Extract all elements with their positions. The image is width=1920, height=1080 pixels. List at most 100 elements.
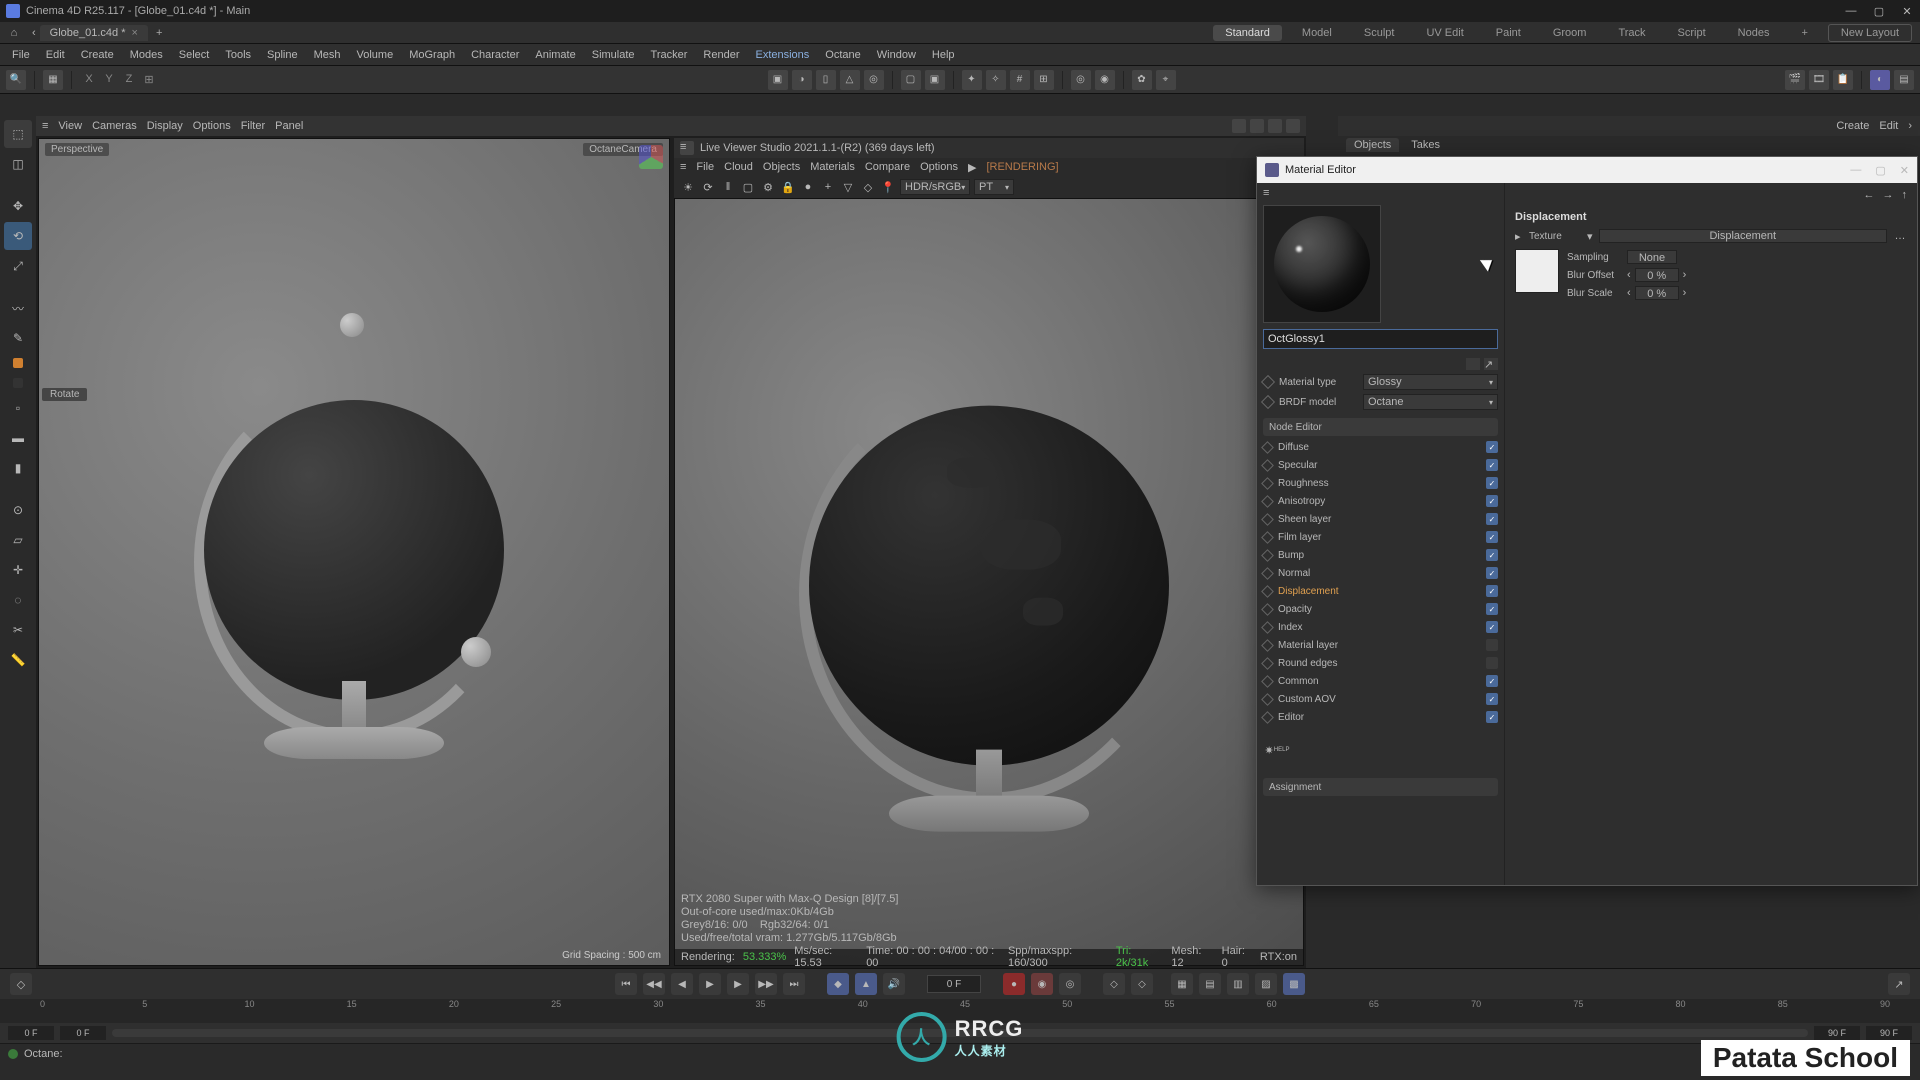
obj-edit[interactable]: Edit: [1879, 120, 1898, 132]
layout-script[interactable]: Script: [1666, 25, 1718, 41]
render-image-icon[interactable]: 🎬: [1785, 70, 1805, 90]
viewport-perspective[interactable]: Perspective OctaneCamera Grid Spacing : …: [38, 138, 670, 966]
swatch-a[interactable]: [13, 358, 23, 368]
workplane-icon[interactable]: ▱: [4, 526, 32, 554]
paint-tool-icon[interactable]: ✎: [4, 324, 32, 352]
scale-tool-icon[interactable]: ⤢: [4, 252, 32, 280]
channel-film[interactable]: Film layer✓: [1263, 528, 1498, 546]
vp-menu-view[interactable]: View: [58, 120, 82, 132]
filter-b-icon[interactable]: ▤: [1199, 973, 1221, 995]
menu-animate[interactable]: Animate: [529, 47, 581, 63]
vp-menu-display[interactable]: Display: [147, 120, 183, 132]
keyframe-icon[interactable]: [1261, 395, 1275, 409]
lv-pick-icon[interactable]: +: [820, 179, 836, 195]
keymode-icon[interactable]: ▲: [855, 973, 877, 995]
menu-spline[interactable]: Spline: [261, 47, 304, 63]
channel-anisotropy[interactable]: Anisotropy✓: [1263, 492, 1498, 510]
axis-y[interactable]: Y: [100, 73, 118, 86]
lv-send-icon[interactable]: ☀: [680, 179, 696, 195]
material-name-input[interactable]: [1263, 329, 1498, 349]
tool-d-icon[interactable]: ⊞: [1034, 70, 1054, 90]
menu-window[interactable]: Window: [871, 47, 922, 63]
channel-normal[interactable]: Normal✓: [1263, 564, 1498, 582]
current-frame-input[interactable]: 0 F: [927, 975, 981, 993]
autokey-icon[interactable]: ◆: [827, 973, 849, 995]
menu-edit[interactable]: Edit: [40, 47, 71, 63]
move-tool-icon[interactable]: ✥: [4, 192, 32, 220]
lv-pin-icon[interactable]: 📍: [880, 179, 896, 195]
assignment-header[interactable]: Assignment: [1263, 778, 1498, 796]
vp-menu-panel[interactable]: Panel: [275, 120, 303, 132]
mat-back-icon[interactable]: ←: [1864, 189, 1875, 207]
channel-displacement[interactable]: Displacement✓: [1263, 582, 1498, 600]
obj-create[interactable]: Create: [1836, 120, 1869, 132]
history-icon[interactable]: ▦: [43, 70, 63, 90]
soft-sel-icon[interactable]: ◌: [4, 586, 32, 614]
texture-slot[interactable]: Displacement: [1599, 229, 1887, 243]
lv-sphere-icon[interactable]: ●: [800, 179, 816, 195]
axis-gizmo-icon[interactable]: [639, 145, 663, 169]
goto-start-icon[interactable]: ⏮: [615, 973, 637, 995]
menu-character[interactable]: Character: [465, 47, 525, 63]
layout-nodes[interactable]: Nodes: [1726, 25, 1782, 41]
swatch-b[interactable]: [13, 378, 23, 388]
range-end2-input[interactable]: 90 F: [1866, 1026, 1912, 1040]
vp-menu-options[interactable]: Options: [193, 120, 231, 132]
lv-menu-options[interactable]: Options: [920, 161, 958, 173]
manager-icon[interactable]: ▤: [1894, 70, 1914, 90]
channel-diffuse[interactable]: Diffuse✓: [1263, 438, 1498, 456]
vp-nav1-icon[interactable]: [1232, 119, 1246, 133]
channel-customaov[interactable]: Custom AOV✓: [1263, 690, 1498, 708]
octane-live-icon[interactable]: ◐: [1870, 70, 1890, 90]
goto-end-icon[interactable]: ⏭: [783, 973, 805, 995]
rotate-tool-icon[interactable]: ⟲: [4, 222, 32, 250]
record-icon[interactable]: ●: [1003, 973, 1025, 995]
expand-icon[interactable]: ▸: [1515, 230, 1523, 243]
mode-poly-icon[interactable]: ▮: [4, 454, 32, 482]
channel-matlayer[interactable]: Material layer✓: [1263, 636, 1498, 654]
menu-extensions[interactable]: Extensions: [749, 47, 815, 63]
lv-refresh-icon[interactable]: ⟳: [700, 179, 716, 195]
tool-pin-icon[interactable]: ⌖: [1156, 70, 1176, 90]
render-region-icon[interactable]: ◎: [1071, 70, 1091, 90]
prev-frame-icon[interactable]: ◀: [671, 973, 693, 995]
primitive-cone-icon[interactable]: △: [840, 70, 860, 90]
filter-d-icon[interactable]: ▨: [1255, 973, 1277, 995]
menu-tools[interactable]: Tools: [219, 47, 257, 63]
mat-minimize-icon[interactable]: —: [1850, 164, 1861, 177]
channel-roughness[interactable]: Roughness✓: [1263, 474, 1498, 492]
tool-c-icon[interactable]: #: [1010, 70, 1030, 90]
texture-dropdown-icon[interactable]: ▾: [1587, 230, 1593, 243]
lv-pause-icon[interactable]: ‖: [720, 179, 736, 195]
menu-select[interactable]: Select: [173, 47, 216, 63]
lv-lock-icon[interactable]: 🔒: [780, 179, 796, 195]
tool-gear-icon[interactable]: ✿: [1132, 70, 1152, 90]
mat-dropdown-icon[interactable]: [1466, 358, 1480, 370]
layout-add-icon[interactable]: +: [1789, 25, 1819, 41]
spinner-down-icon[interactable]: ‹: [1627, 287, 1631, 299]
obj-more-icon[interactable]: ›: [1908, 120, 1912, 132]
magnet-icon[interactable]: ⊙: [4, 496, 32, 524]
new-layout-button[interactable]: New Layout: [1828, 24, 1912, 42]
key-pos-icon[interactable]: ◇: [1103, 973, 1125, 995]
texture-swatch[interactable]: [1515, 249, 1559, 293]
channel-bump[interactable]: Bump✓: [1263, 546, 1498, 564]
tab-objects[interactable]: Objects: [1346, 138, 1399, 152]
lv-nav-icon[interactable]: ≡: [680, 161, 686, 173]
mat-pick-icon[interactable]: ↗: [1484, 358, 1498, 370]
axis-tool-icon[interactable]: ✛: [4, 556, 32, 584]
layout-sculpt[interactable]: Sculpt: [1352, 25, 1407, 41]
brdf-select[interactable]: Octane: [1363, 394, 1498, 410]
range-start-input[interactable]: 0 F: [8, 1026, 54, 1040]
menu-volume[interactable]: Volume: [351, 47, 400, 63]
range-start2-input[interactable]: 0 F: [60, 1026, 106, 1040]
lv-gear-icon[interactable]: ⚙: [760, 179, 776, 195]
menu-file[interactable]: File: [6, 47, 36, 63]
blur-offset-input[interactable]: 0 %: [1635, 268, 1679, 282]
lv-stop-icon[interactable]: ▢: [740, 179, 756, 195]
layout-uvedit[interactable]: UV Edit: [1414, 25, 1475, 41]
graph-toggle-icon[interactable]: ↗: [1888, 973, 1910, 995]
search-icon[interactable]: 🔍: [6, 70, 26, 90]
next-key-icon[interactable]: ▶▶: [755, 973, 777, 995]
menu-create[interactable]: Create: [75, 47, 120, 63]
